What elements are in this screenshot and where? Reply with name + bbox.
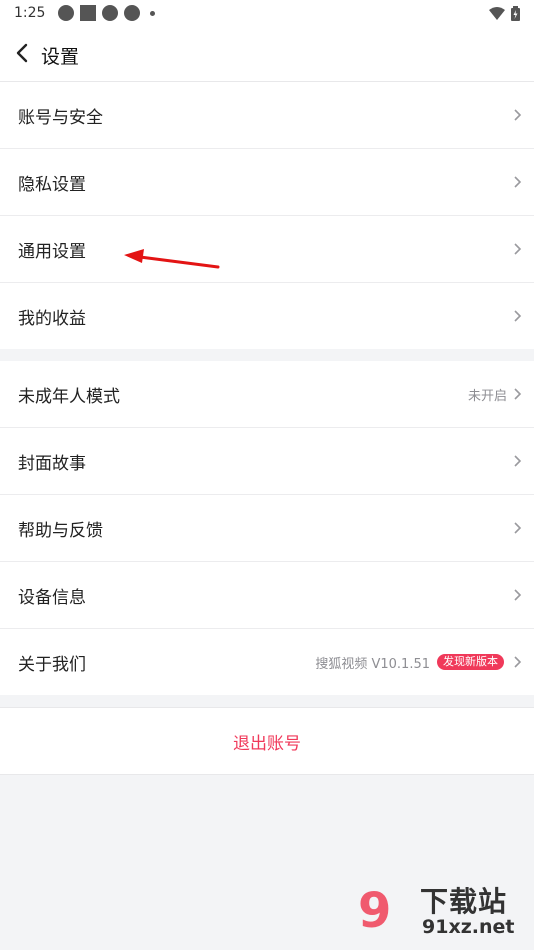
chevron-right-icon xyxy=(514,176,522,188)
settings-item-privacy[interactable]: 隐私设置 xyxy=(0,149,534,216)
settings-item-label: 封面故事 xyxy=(18,453,86,474)
top-app-bar: 设置 xyxy=(0,28,534,82)
watermark-url: 91xz.net xyxy=(422,916,515,938)
settings-item-device-info[interactable]: 设备信息 xyxy=(0,562,534,629)
chevron-right-icon xyxy=(514,109,522,121)
watermark-logo: 9 xyxy=(358,883,392,939)
settings-item-earnings[interactable]: 我的收益 xyxy=(0,283,534,349)
notification-icons xyxy=(58,5,155,21)
notification-app-icon xyxy=(102,5,118,21)
settings-item-label: 隐私设置 xyxy=(18,174,86,195)
settings-item-cover-story[interactable]: 封面故事 xyxy=(0,428,534,495)
settings-item-label: 关于我们 xyxy=(18,654,86,675)
wifi-icon xyxy=(489,6,505,20)
settings-group-general: 未成年人模式 未开启 封面故事 帮助与反馈 设备信息 关于我们 搜狐视频 V10… xyxy=(0,361,534,695)
settings-item-minor-mode[interactable]: 未成年人模式 未开启 xyxy=(0,361,534,428)
settings-item-label: 我的收益 xyxy=(18,308,86,329)
chevron-right-icon xyxy=(514,388,522,400)
minor-mode-status: 未开启 xyxy=(467,388,507,404)
more-notifications-icon xyxy=(150,10,155,16)
section-divider xyxy=(0,349,534,361)
settings-item-help-feedback[interactable]: 帮助与反馈 xyxy=(0,495,534,562)
chevron-right-icon xyxy=(514,243,522,255)
chevron-right-icon xyxy=(514,522,522,534)
settings-item-label: 账号与安全 xyxy=(18,107,103,128)
watermark-title: 下载站 xyxy=(420,885,508,918)
annotation-arrow-icon xyxy=(124,249,220,269)
settings-item-about-us[interactable]: 关于我们 搜狐视频 V10.1.51 发现新版本 xyxy=(0,629,534,695)
settings-item-label: 设备信息 xyxy=(18,587,86,608)
settings-item-account-security[interactable]: 账号与安全 xyxy=(0,82,534,149)
settings-item-general[interactable]: 通用设置 xyxy=(0,216,534,283)
settings-item-label: 通用设置 xyxy=(18,241,86,262)
watermark: 9 下载站 91xz.net xyxy=(358,880,528,946)
section-divider xyxy=(0,695,534,707)
chevron-right-icon xyxy=(514,455,522,467)
notification-app-icon xyxy=(124,5,140,21)
status-time: 1:25 xyxy=(14,5,46,21)
settings-group-account: 账号与安全 隐私设置 通用设置 我的收益 xyxy=(0,82,534,349)
logout-button[interactable]: 退出账号 xyxy=(0,707,534,775)
system-icons xyxy=(489,6,520,21)
status-bar: 1:25 xyxy=(0,0,534,28)
chevron-right-icon xyxy=(514,656,522,668)
new-version-badge: 发现新版本 xyxy=(437,654,504,670)
chevron-right-icon xyxy=(514,589,522,601)
notification-square-icon xyxy=(80,5,96,21)
back-arrow-icon[interactable] xyxy=(12,40,34,66)
page-title: 设置 xyxy=(41,46,80,68)
notification-app-icon xyxy=(58,5,74,21)
chevron-right-icon xyxy=(514,310,522,322)
settings-item-label: 未成年人模式 xyxy=(18,386,120,407)
settings-item-label: 帮助与反馈 xyxy=(18,520,103,541)
battery-icon xyxy=(511,6,520,21)
app-version: 搜狐视频 V10.1.51 xyxy=(315,656,430,672)
logout-label: 退出账号 xyxy=(233,733,301,754)
